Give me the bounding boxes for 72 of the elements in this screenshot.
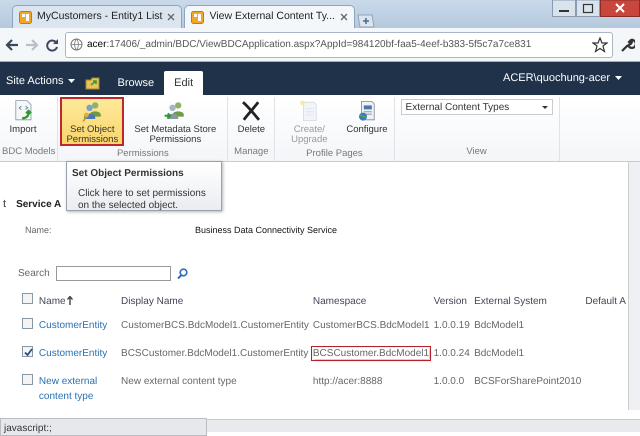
checkbox[interactable] bbox=[22, 346, 33, 357]
checkbox[interactable] bbox=[22, 374, 33, 385]
table-cell: New external content type bbox=[121, 376, 237, 387]
tooltip-text: Click here to set permissions on the selected object. bbox=[77, 188, 207, 212]
column-header[interactable]: Name bbox=[38, 296, 66, 306]
search-label: Search bbox=[18, 267, 50, 281]
column-header[interactable]: Default A bbox=[585, 296, 626, 306]
globe-icon bbox=[70, 38, 83, 51]
ribbon-tab[interactable]: Browse bbox=[107, 70, 164, 95]
search-icon[interactable] bbox=[176, 268, 188, 279]
field-label: Name: bbox=[25, 224, 53, 236]
user-menu[interactable]: ACER\quochung-acer bbox=[502, 70, 640, 87]
column-header[interactable]: Version bbox=[434, 296, 467, 306]
table-cell: BdcModel1 bbox=[474, 320, 524, 331]
star-icon[interactable] bbox=[592, 36, 608, 52]
ribbon-button[interactable]: Set Object Permissions bbox=[60, 97, 124, 146]
field-value: Business Data Connectivity Service bbox=[195, 224, 338, 237]
wrench-icon[interactable] bbox=[619, 36, 635, 52]
table-cell: 1.0.0.24 bbox=[434, 348, 470, 359]
tab-close-icon[interactable] bbox=[167, 13, 176, 21]
group-label: Profile Pages bbox=[305, 147, 364, 161]
column-header[interactable]: Display Name bbox=[121, 296, 184, 306]
entity-link[interactable]: CustomerEntity bbox=[38, 320, 108, 331]
column-header[interactable]: External System bbox=[474, 296, 547, 306]
view-dropdown[interactable]: External Content Types bbox=[400, 99, 553, 115]
site-actions-menu[interactable]: Site Actions bbox=[6, 72, 76, 95]
table-cell: 1.0.0.19 bbox=[434, 320, 470, 331]
ribbon-button[interactable]: Import bbox=[2, 97, 44, 144]
column-header[interactable]: Namespace bbox=[312, 296, 366, 306]
group-label: BDC Models bbox=[2, 144, 56, 159]
tooltip-title: Set Object Permissions bbox=[72, 167, 185, 181]
search-field[interactable] bbox=[56, 266, 171, 281]
ribbon-button[interactable]: Configure bbox=[342, 97, 392, 146]
caret-icon bbox=[542, 106, 548, 108]
minimize-icon[interactable] bbox=[552, 0, 576, 17]
checkbox[interactable] bbox=[22, 293, 33, 304]
entity-link[interactable]: New external content type bbox=[38, 374, 109, 404]
ribbon-tab[interactable]: Edit bbox=[164, 70, 204, 95]
table-cell: BCSCustomer.BdcModel1.CustomerEntity bbox=[121, 348, 308, 359]
table-cell: BCSForSharePoint2010 bbox=[474, 376, 582, 387]
group-label: Manage bbox=[233, 144, 270, 159]
status-bar: javascript:; bbox=[0, 418, 207, 436]
caret-icon bbox=[615, 76, 622, 80]
table-cell: CustomerBCS.BdcModel1.CustomerEntity bbox=[121, 320, 309, 331]
favicon-icon bbox=[191, 10, 204, 24]
table-cell: 1.0.0.0 bbox=[434, 376, 464, 387]
close-icon[interactable] bbox=[600, 0, 640, 17]
vertical-scrollbar[interactable] bbox=[628, 162, 640, 410]
address-field[interactable]: acer:17406/_admin/BDC/ViewBDCApplication.aspx?AppId=984120bf-faa5-4eef-b383-5f5c7a7ce831 bbox=[65, 32, 613, 58]
table-cell: CustomerBCS.BdcModel1 bbox=[312, 320, 430, 331]
section-heading: Service A bbox=[16, 198, 62, 212]
browser-tab[interactable]: View External Content Ty... bbox=[184, 5, 355, 28]
table-cell: BCSCustomer.BdcModel1 bbox=[312, 348, 430, 359]
ribbon-button[interactable]: Set Metadata Store Permissions bbox=[125, 97, 226, 146]
entity-link[interactable]: CustomerEntity bbox=[38, 348, 108, 359]
table-cell: BdcModel1 bbox=[474, 348, 524, 359]
group-label: Permissions bbox=[116, 147, 170, 161]
favicon-icon bbox=[19, 10, 32, 24]
page-text: t bbox=[3, 197, 6, 212]
tab-close-icon[interactable] bbox=[340, 13, 348, 21]
new-tab-icon[interactable] bbox=[356, 14, 375, 28]
browser-tab[interactable]: MyCustomers - Entity1 List bbox=[12, 5, 182, 28]
table-cell: http://acer:8888 bbox=[312, 376, 382, 387]
ribbon-button[interactable]: Delete bbox=[230, 97, 272, 144]
horizontal-scrollbar[interactable] bbox=[207, 419, 640, 432]
folder-arrow-icon[interactable] bbox=[85, 76, 102, 90]
caret-icon bbox=[68, 78, 76, 83]
reload-icon[interactable] bbox=[45, 38, 59, 52]
checkbox[interactable] bbox=[22, 318, 33, 329]
group-label: View bbox=[465, 144, 488, 159]
maximize-icon[interactable] bbox=[576, 0, 600, 17]
back-icon[interactable] bbox=[5, 38, 19, 50]
